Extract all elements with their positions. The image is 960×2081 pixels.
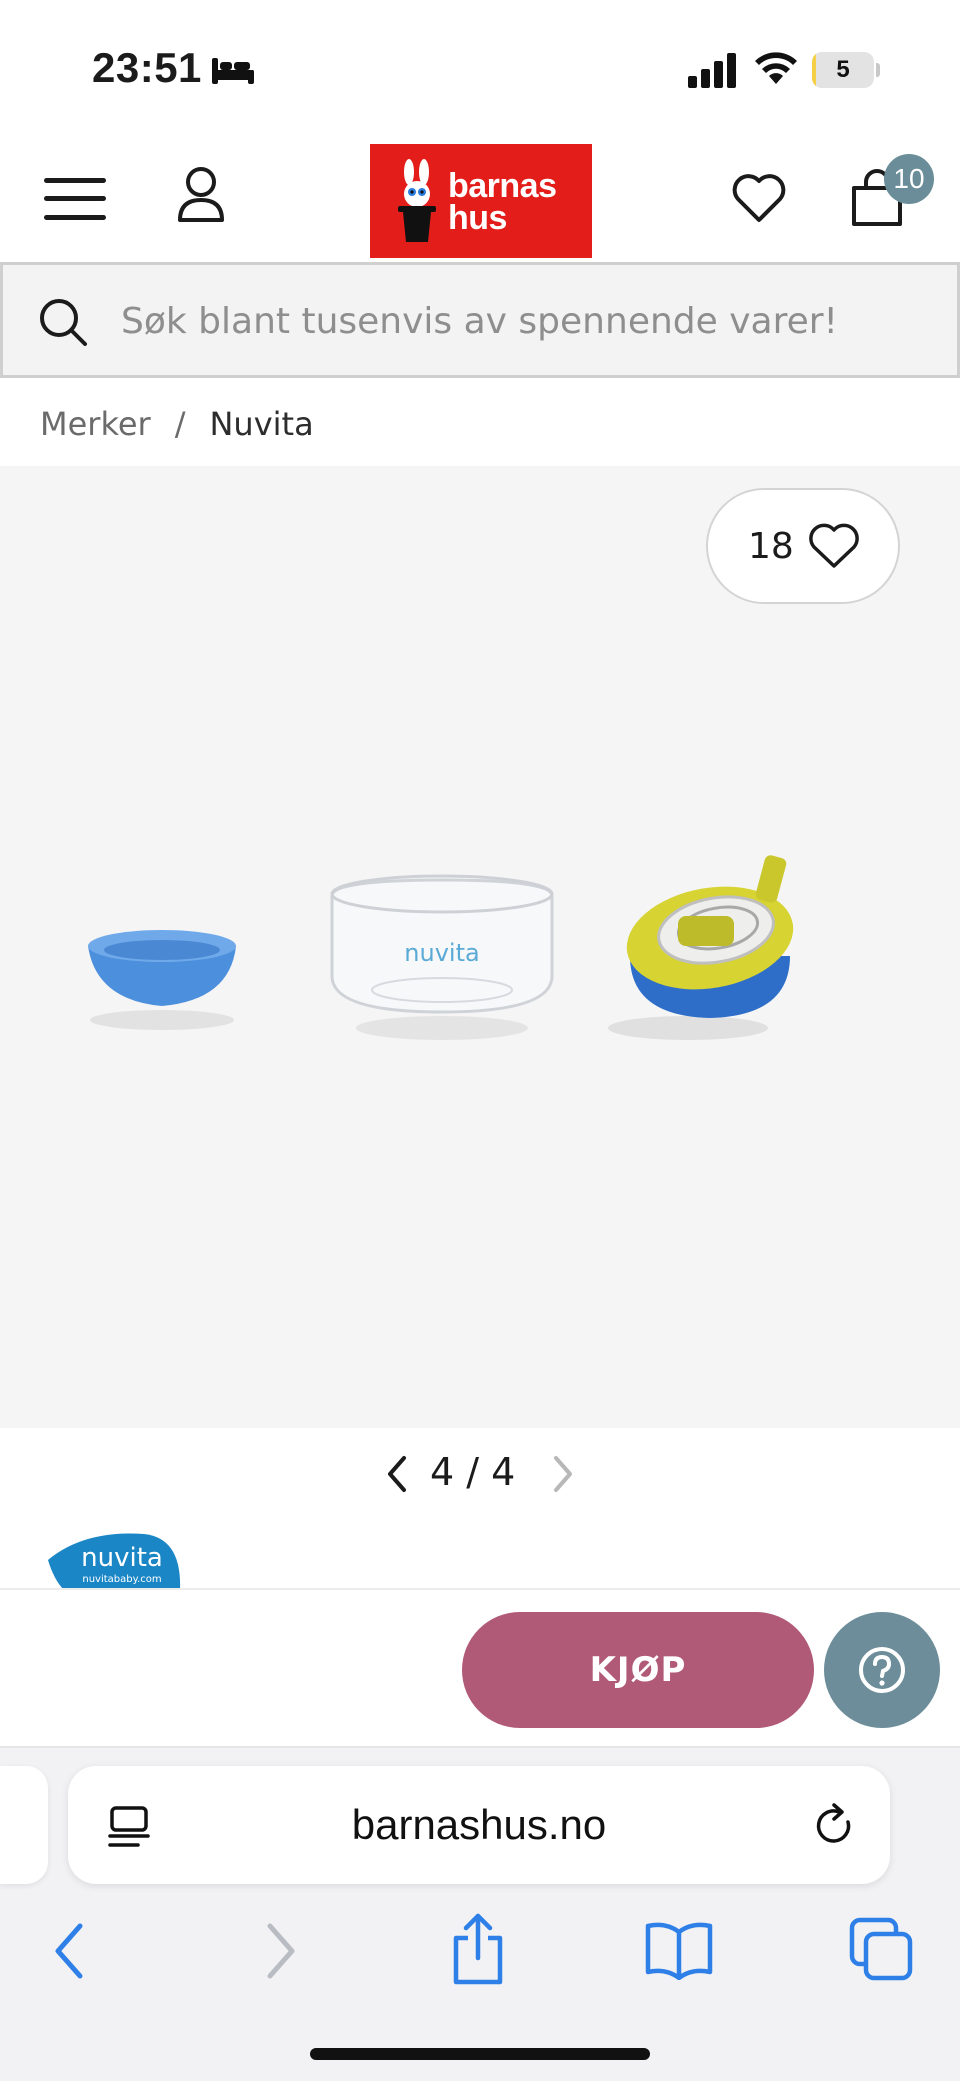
previous-tab-edge[interactable] (0, 1766, 48, 1884)
favorite-button[interactable]: 18 (706, 488, 900, 604)
brand-logo-text: nuvita (81, 1543, 163, 1573)
breadcrumb-separator: / (174, 405, 186, 443)
favorite-count: 18 (748, 526, 794, 567)
breadcrumb-item-nuvita: Nuvita (209, 405, 314, 443)
back-icon[interactable] (48, 1920, 92, 1982)
buy-button[interactable]: KJØP (462, 1612, 814, 1728)
address-bar[interactable]: barnashus.no (68, 1766, 890, 1884)
purchase-bar: KJØP (0, 1588, 960, 1748)
pager-text: 4 / 4 (430, 1450, 516, 1494)
site-logo[interactable]: barnas hus (370, 144, 592, 258)
forward-icon[interactable] (258, 1920, 302, 1982)
browser-chrome: barnashus.no (0, 1748, 960, 2081)
chevron-left-icon[interactable] (382, 1454, 412, 1494)
reader-mode-icon[interactable] (106, 1804, 152, 1850)
share-icon[interactable] (448, 1912, 508, 1986)
hamburger-menu-icon[interactable] (44, 176, 106, 222)
cart-count-badge[interactable]: 10 (884, 154, 934, 204)
brand-logo[interactable]: nuvita nuvitababy.com (44, 1530, 184, 1590)
tabs-icon[interactable] (848, 1916, 914, 1982)
wifi-icon (755, 52, 797, 84)
search-input[interactable] (121, 291, 921, 351)
search-icon[interactable] (37, 296, 89, 348)
signal-icon (688, 53, 736, 88)
breadcrumb-item-merker[interactable]: Merker (40, 400, 151, 448)
status-bar: 23:51 5 (0, 0, 960, 130)
brand-logo-subtext: nuvitababy.com (82, 1574, 161, 1585)
gallery-pager: 4 / 4 (0, 1440, 960, 1510)
product-gallery[interactable]: 18 nuvita (0, 466, 960, 1428)
help-button[interactable] (824, 1612, 940, 1728)
product-image: nuvita (88, 855, 794, 1040)
status-time: 23:51 (92, 44, 202, 91)
account-icon[interactable] (176, 166, 226, 224)
chevron-right-icon[interactable] (548, 1454, 578, 1494)
question-icon (859, 1647, 905, 1693)
battery-icon: 5 (812, 52, 880, 88)
browser-toolbar (0, 1898, 960, 2008)
logo-text: barnas hus (448, 167, 557, 237)
search-bar (0, 262, 960, 378)
address-text[interactable]: barnashus.no (68, 1766, 890, 1884)
reload-icon[interactable] (812, 1802, 858, 1850)
bed-icon (212, 58, 254, 84)
rabbit-hat-icon (398, 159, 436, 242)
heart-icon[interactable] (730, 170, 788, 226)
container-brand-text: nuvita (404, 939, 479, 967)
home-indicator[interactable] (310, 2048, 650, 2060)
breadcrumb: Merker / Nuvita (40, 400, 314, 448)
bookmarks-icon[interactable] (644, 1920, 714, 1980)
site-header: barnas hus 10 (0, 140, 960, 260)
battery-level: 5 (836, 56, 850, 83)
heart-outline-icon (809, 523, 859, 568)
